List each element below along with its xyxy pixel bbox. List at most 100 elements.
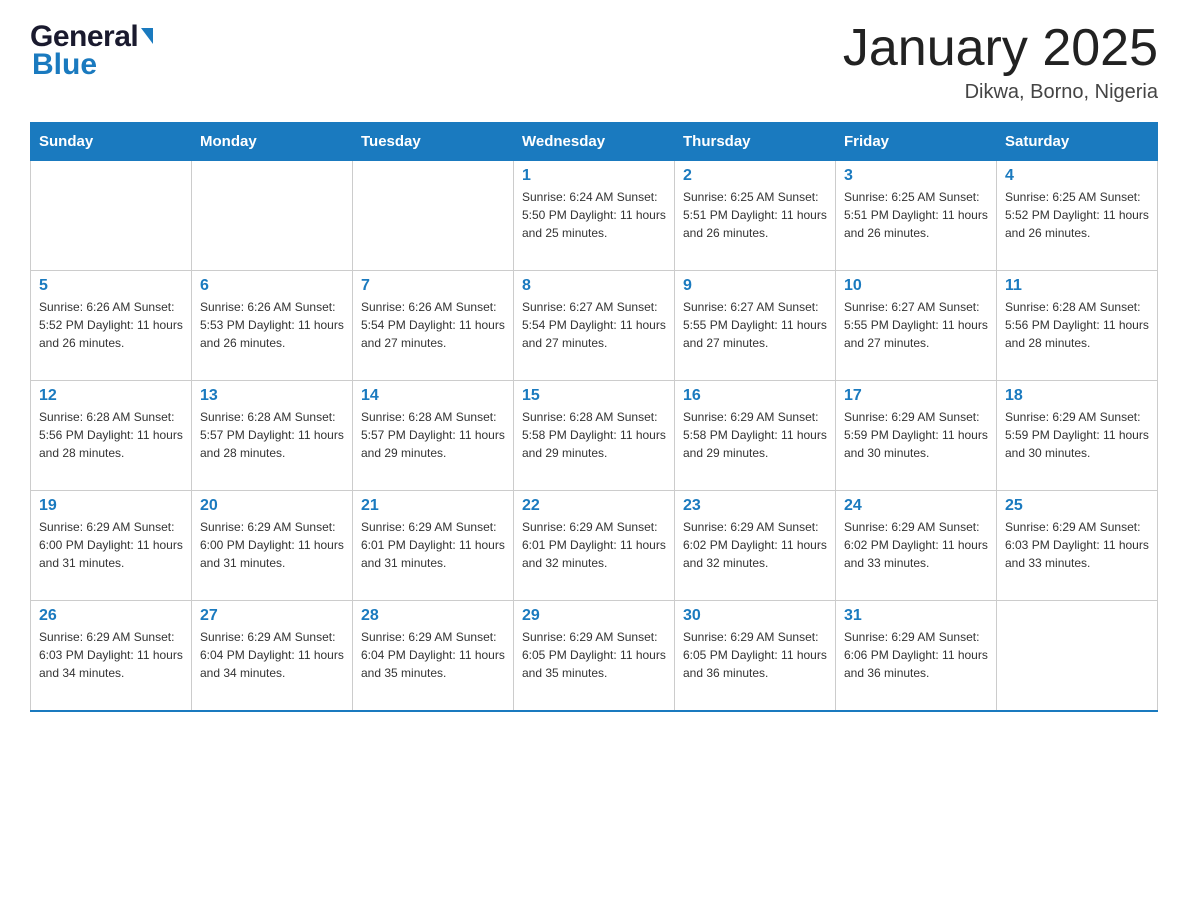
calendar-cell: 10 Sunrise: 6:27 AM Sunset: 5:55 PM Dayli…: [836, 271, 997, 381]
day-info: Sunrise: 6:29 AM Sunset: 6:00 PM Dayligh…: [200, 518, 344, 572]
calendar-cell: [353, 161, 514, 271]
day-number: 11: [1005, 277, 1149, 295]
calendar-cell: 19 Sunrise: 6:29 AM Sunset: 6:00 PM Dayli…: [31, 491, 192, 601]
day-info: Sunrise: 6:26 AM Sunset: 5:52 PM Dayligh…: [39, 298, 183, 352]
day-info: Sunrise: 6:29 AM Sunset: 6:03 PM Dayligh…: [39, 628, 183, 682]
day-number: 27: [200, 607, 344, 625]
day-number: 5: [39, 277, 183, 295]
day-number: 13: [200, 387, 344, 405]
day-number: 30: [683, 607, 827, 625]
day-info: Sunrise: 6:29 AM Sunset: 6:03 PM Dayligh…: [1005, 518, 1149, 572]
calendar-header-row: SundayMondayTuesdayWednesdayThursdayFrid…: [31, 123, 1158, 161]
logo-blue-text: Blue: [30, 48, 153, 82]
calendar-header-saturday: Saturday: [997, 123, 1158, 161]
day-info: Sunrise: 6:24 AM Sunset: 5:50 PM Dayligh…: [522, 188, 666, 242]
day-number: 15: [522, 387, 666, 405]
day-info: Sunrise: 6:25 AM Sunset: 5:51 PM Dayligh…: [683, 188, 827, 242]
calendar-week-row: 1 Sunrise: 6:24 AM Sunset: 5:50 PM Daylig…: [31, 161, 1158, 271]
day-number: 8: [522, 277, 666, 295]
day-number: 7: [361, 277, 505, 295]
calendar-week-row: 19 Sunrise: 6:29 AM Sunset: 6:00 PM Dayli…: [31, 491, 1158, 601]
calendar-cell: 5 Sunrise: 6:26 AM Sunset: 5:52 PM Daylig…: [31, 271, 192, 381]
calendar-cell: 2 Sunrise: 6:25 AM Sunset: 5:51 PM Daylig…: [675, 161, 836, 271]
day-info: Sunrise: 6:29 AM Sunset: 6:02 PM Dayligh…: [683, 518, 827, 572]
day-number: 14: [361, 387, 505, 405]
day-info: Sunrise: 6:29 AM Sunset: 6:00 PM Dayligh…: [39, 518, 183, 572]
day-info: Sunrise: 6:29 AM Sunset: 6:02 PM Dayligh…: [844, 518, 988, 572]
title-section: January 2025 Dikwa, Borno, Nigeria: [843, 20, 1158, 104]
day-number: 28: [361, 607, 505, 625]
day-number: 9: [683, 277, 827, 295]
day-info: Sunrise: 6:28 AM Sunset: 5:57 PM Dayligh…: [200, 408, 344, 462]
day-number: 31: [844, 607, 988, 625]
calendar-cell: 24 Sunrise: 6:29 AM Sunset: 6:02 PM Dayli…: [836, 491, 997, 601]
calendar-header-tuesday: Tuesday: [353, 123, 514, 161]
calendar-cell: 15Sunrise: 6:28 AM Sunset: 5:58 PM Dayli…: [514, 381, 675, 491]
day-info: Sunrise: 6:25 AM Sunset: 5:51 PM Dayligh…: [844, 188, 988, 242]
day-number: 24: [844, 497, 988, 515]
day-number: 19: [39, 497, 183, 515]
calendar-table: SundayMondayTuesdayWednesdayThursdayFrid…: [30, 122, 1158, 712]
day-number: 17: [844, 387, 988, 405]
calendar-cell: 7 Sunrise: 6:26 AM Sunset: 5:54 PM Daylig…: [353, 271, 514, 381]
day-info: Sunrise: 6:27 AM Sunset: 5:55 PM Dayligh…: [844, 298, 988, 352]
day-number: 20: [200, 497, 344, 515]
day-number: 23: [683, 497, 827, 515]
day-number: 29: [522, 607, 666, 625]
day-info: Sunrise: 6:29 AM Sunset: 6:05 PM Dayligh…: [522, 628, 666, 682]
day-number: 25: [1005, 497, 1149, 515]
day-number: 3: [844, 167, 988, 185]
day-info: Sunrise: 6:27 AM Sunset: 5:54 PM Dayligh…: [522, 298, 666, 352]
day-number: 12: [39, 387, 183, 405]
day-info: Sunrise: 6:28 AM Sunset: 5:56 PM Dayligh…: [1005, 298, 1149, 352]
calendar-cell: 13 Sunrise: 6:28 AM Sunset: 5:57 PM Dayli…: [192, 381, 353, 491]
day-info: Sunrise: 6:29 AM Sunset: 6:01 PM Dayligh…: [361, 518, 505, 572]
day-info: Sunrise: 6:28 AM Sunset: 5:57 PM Dayligh…: [361, 408, 505, 462]
day-info: Sunrise: 6:27 AM Sunset: 5:55 PM Dayligh…: [683, 298, 827, 352]
calendar-cell: 16Sunrise: 6:29 AM Sunset: 5:58 PM Dayli…: [675, 381, 836, 491]
day-info: Sunrise: 6:28 AM Sunset: 5:56 PM Dayligh…: [39, 408, 183, 462]
calendar-cell: 12 Sunrise: 6:28 AM Sunset: 5:56 PM Dayli…: [31, 381, 192, 491]
calendar-cell: [192, 161, 353, 271]
day-number: 22: [522, 497, 666, 515]
day-info: Sunrise: 6:26 AM Sunset: 5:54 PM Dayligh…: [361, 298, 505, 352]
day-info: Sunrise: 6:29 AM Sunset: 6:04 PM Dayligh…: [200, 628, 344, 682]
calendar-cell: 22 Sunrise: 6:29 AM Sunset: 6:01 PM Dayli…: [514, 491, 675, 601]
day-info: Sunrise: 6:29 AM Sunset: 5:59 PM Dayligh…: [844, 408, 988, 462]
calendar-cell: 11 Sunrise: 6:28 AM Sunset: 5:56 PM Dayli…: [997, 271, 1158, 381]
calendar-week-row: 26 Sunrise: 6:29 AM Sunset: 6:03 PM Dayli…: [31, 601, 1158, 711]
day-number: 18: [1005, 387, 1149, 405]
calendar-cell: 3 Sunrise: 6:25 AM Sunset: 5:51 PM Daylig…: [836, 161, 997, 271]
day-number: 10: [844, 277, 988, 295]
month-title: January 2025: [843, 20, 1158, 77]
calendar-cell: 20 Sunrise: 6:29 AM Sunset: 6:00 PM Dayli…: [192, 491, 353, 601]
day-info: Sunrise: 6:29 AM Sunset: 6:01 PM Dayligh…: [522, 518, 666, 572]
calendar-cell: 18 Sunrise: 6:29 AM Sunset: 5:59 PM Dayli…: [997, 381, 1158, 491]
calendar-header-sunday: Sunday: [31, 123, 192, 161]
calendar-cell: 14 Sunrise: 6:28 AM Sunset: 5:57 PM Dayli…: [353, 381, 514, 491]
day-info: Sunrise: 6:29 AM Sunset: 6:06 PM Dayligh…: [844, 628, 988, 682]
logo: General Blue: [30, 20, 153, 82]
day-number: 16: [683, 387, 827, 405]
calendar-cell: 29 Sunrise: 6:29 AM Sunset: 6:05 PM Dayli…: [514, 601, 675, 711]
calendar-cell: [31, 161, 192, 271]
calendar-week-row: 12 Sunrise: 6:28 AM Sunset: 5:56 PM Dayli…: [31, 381, 1158, 491]
day-info: Sunrise: 6:29 AM Sunset: 5:59 PM Dayligh…: [1005, 408, 1149, 462]
day-number: 1: [522, 167, 666, 185]
calendar-cell: 8 Sunrise: 6:27 AM Sunset: 5:54 PM Daylig…: [514, 271, 675, 381]
calendar-cell: 27 Sunrise: 6:29 AM Sunset: 6:04 PM Dayli…: [192, 601, 353, 711]
day-number: 21: [361, 497, 505, 515]
day-number: 4: [1005, 167, 1149, 185]
calendar-cell: 21 Sunrise: 6:29 AM Sunset: 6:01 PM Dayli…: [353, 491, 514, 601]
calendar-header-monday: Monday: [192, 123, 353, 161]
day-info: Sunrise: 6:26 AM Sunset: 5:53 PM Dayligh…: [200, 298, 344, 352]
calendar-cell: 25 Sunrise: 6:29 AM Sunset: 6:03 PM Dayli…: [997, 491, 1158, 601]
calendar-week-row: 5 Sunrise: 6:26 AM Sunset: 5:52 PM Daylig…: [31, 271, 1158, 381]
page-header: General Blue January 2025 Dikwa, Borno, …: [30, 20, 1158, 104]
day-number: 26: [39, 607, 183, 625]
calendar-cell: 26 Sunrise: 6:29 AM Sunset: 6:03 PM Dayli…: [31, 601, 192, 711]
day-number: 2: [683, 167, 827, 185]
calendar-cell: 31 Sunrise: 6:29 AM Sunset: 6:06 PM Dayli…: [836, 601, 997, 711]
calendar-cell: [997, 601, 1158, 711]
calendar-cell: 28Sunrise: 6:29 AM Sunset: 6:04 PM Dayli…: [353, 601, 514, 711]
